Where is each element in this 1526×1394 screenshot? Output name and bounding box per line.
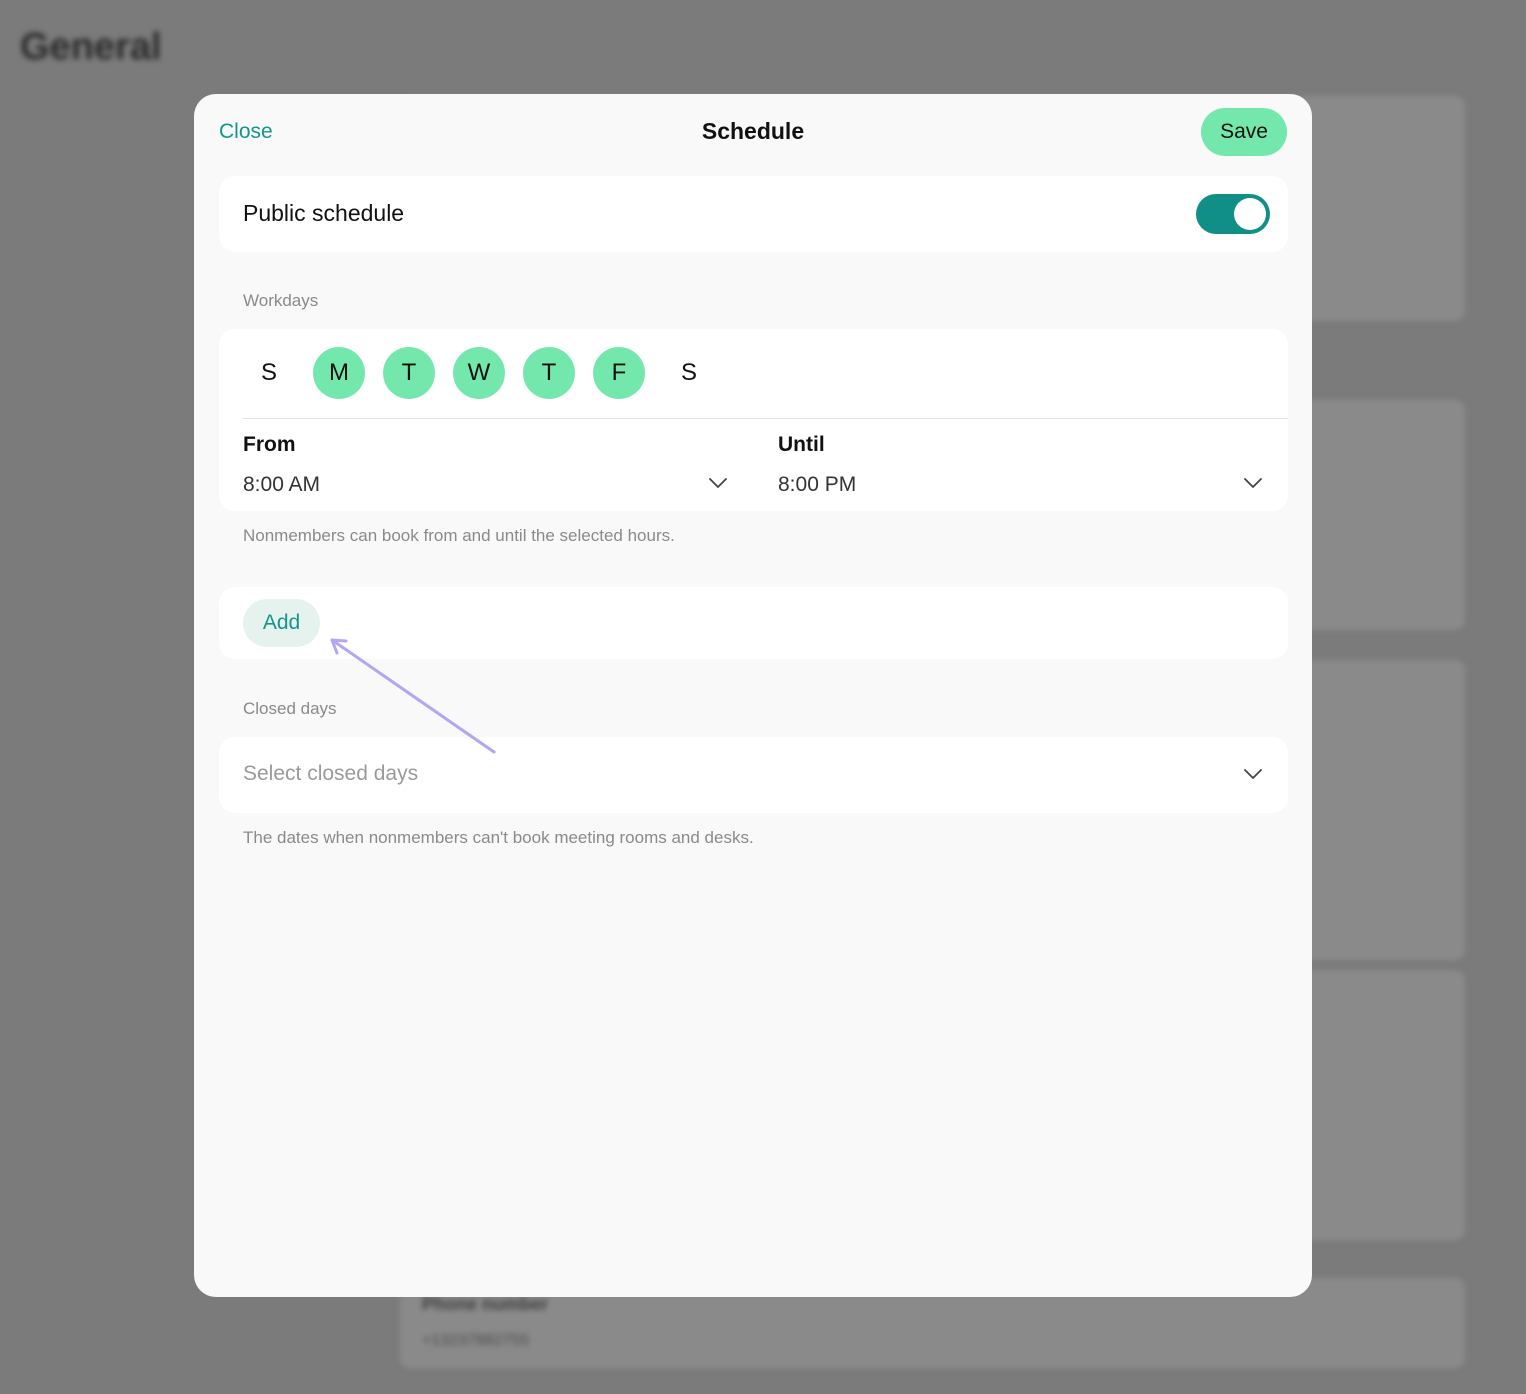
day-sunday[interactable]: S xyxy=(243,347,295,399)
public-schedule-toggle[interactable] xyxy=(1196,194,1270,234)
workdays-card: S M T W T F S From 8:00 AM Until 8:00 PM xyxy=(219,329,1288,511)
until-time-field: Until 8:00 PM xyxy=(778,433,1262,499)
closed-days-select[interactable]: Select closed days xyxy=(243,762,1262,790)
modal-title: Schedule xyxy=(701,118,805,144)
toggle-knob xyxy=(1234,198,1266,230)
day-tuesday[interactable]: T xyxy=(383,347,435,399)
chevron-down-icon xyxy=(1244,478,1262,488)
closed-days-placeholder: Select closed days xyxy=(243,762,419,785)
until-time-select[interactable]: 8:00 PM xyxy=(778,473,1262,499)
save-button[interactable]: Save xyxy=(1201,108,1287,156)
closed-days-helper-text: The dates when nonmembers can't book mee… xyxy=(243,828,754,847)
from-time-select[interactable]: 8:00 AM xyxy=(243,473,727,499)
background-phone-label: Phone number xyxy=(422,1294,549,1314)
add-card: Add xyxy=(219,587,1288,659)
day-friday[interactable]: F xyxy=(593,347,645,399)
until-time-value: 8:00 PM xyxy=(778,473,857,496)
day-saturday[interactable]: S xyxy=(663,347,715,399)
hours-helper-text: Nonmembers can book from and until the s… xyxy=(243,526,675,545)
schedule-modal: Close Schedule Save Public schedule Work… xyxy=(194,94,1312,1297)
public-schedule-label: Public schedule xyxy=(243,200,405,226)
public-schedule-card: Public schedule xyxy=(219,176,1288,252)
from-time-value: 8:00 AM xyxy=(243,473,321,496)
add-button[interactable]: Add xyxy=(243,599,320,647)
modal-header: Close Schedule Save xyxy=(194,94,1312,174)
weekday-selector: S M T W T F S xyxy=(243,347,715,399)
closed-days-card: Select closed days xyxy=(219,737,1288,813)
annotation-arrow-icon xyxy=(330,638,496,754)
from-label: From xyxy=(243,433,296,456)
day-monday[interactable]: M xyxy=(313,347,365,399)
until-label: Until xyxy=(778,433,825,456)
chevron-down-icon xyxy=(709,478,727,488)
background-title: General xyxy=(20,26,162,68)
divider xyxy=(243,418,1288,419)
closed-days-section-label: Closed days xyxy=(243,699,337,718)
day-wednesday[interactable]: W xyxy=(453,347,505,399)
background-phone-value: +13237882755 xyxy=(422,1332,530,1349)
chevron-down-icon xyxy=(1244,769,1262,779)
from-time-field: From 8:00 AM xyxy=(243,433,727,499)
workdays-section-label: Workdays xyxy=(243,291,319,310)
day-thursday[interactable]: T xyxy=(523,347,575,399)
